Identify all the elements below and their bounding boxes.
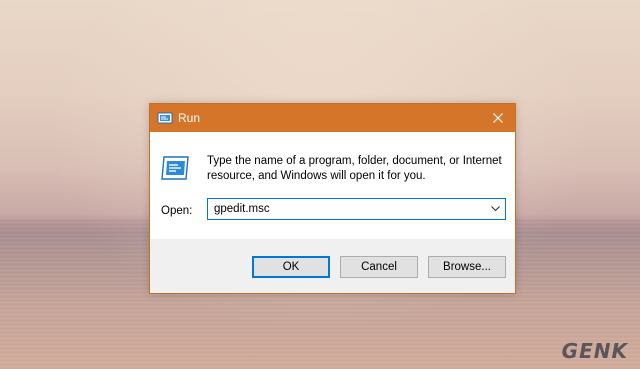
button-bar: OK Cancel Browse... — [150, 239, 515, 293]
chevron-down-icon — [490, 206, 500, 212]
open-label: Open: — [161, 205, 193, 217]
ok-button[interactable]: OK — [252, 256, 330, 278]
window-title: Run — [178, 111, 201, 125]
title-bar[interactable]: Run — [150, 104, 515, 132]
cancel-button[interactable]: Cancel — [340, 256, 418, 278]
watermark-text: GENK — [561, 339, 628, 363]
close-button[interactable] — [481, 104, 515, 132]
dialog-description: Type the name of a program, folder, docu… — [207, 155, 502, 182]
run-program-icon — [160, 154, 192, 182]
close-icon — [493, 113, 503, 123]
genk-watermark-logo: GENK — [561, 339, 628, 363]
open-combobox[interactable]: gpedit.msc — [207, 198, 506, 220]
open-input[interactable]: gpedit.msc — [214, 203, 270, 215]
run-app-icon — [157, 111, 173, 125]
browse-button[interactable]: Browse... — [428, 256, 506, 278]
run-dialog: Run Type the name of a program, folder, … — [149, 103, 516, 294]
dialog-content: Type the name of a program, folder, docu… — [150, 132, 515, 239]
dropdown-button[interactable] — [487, 199, 503, 219]
